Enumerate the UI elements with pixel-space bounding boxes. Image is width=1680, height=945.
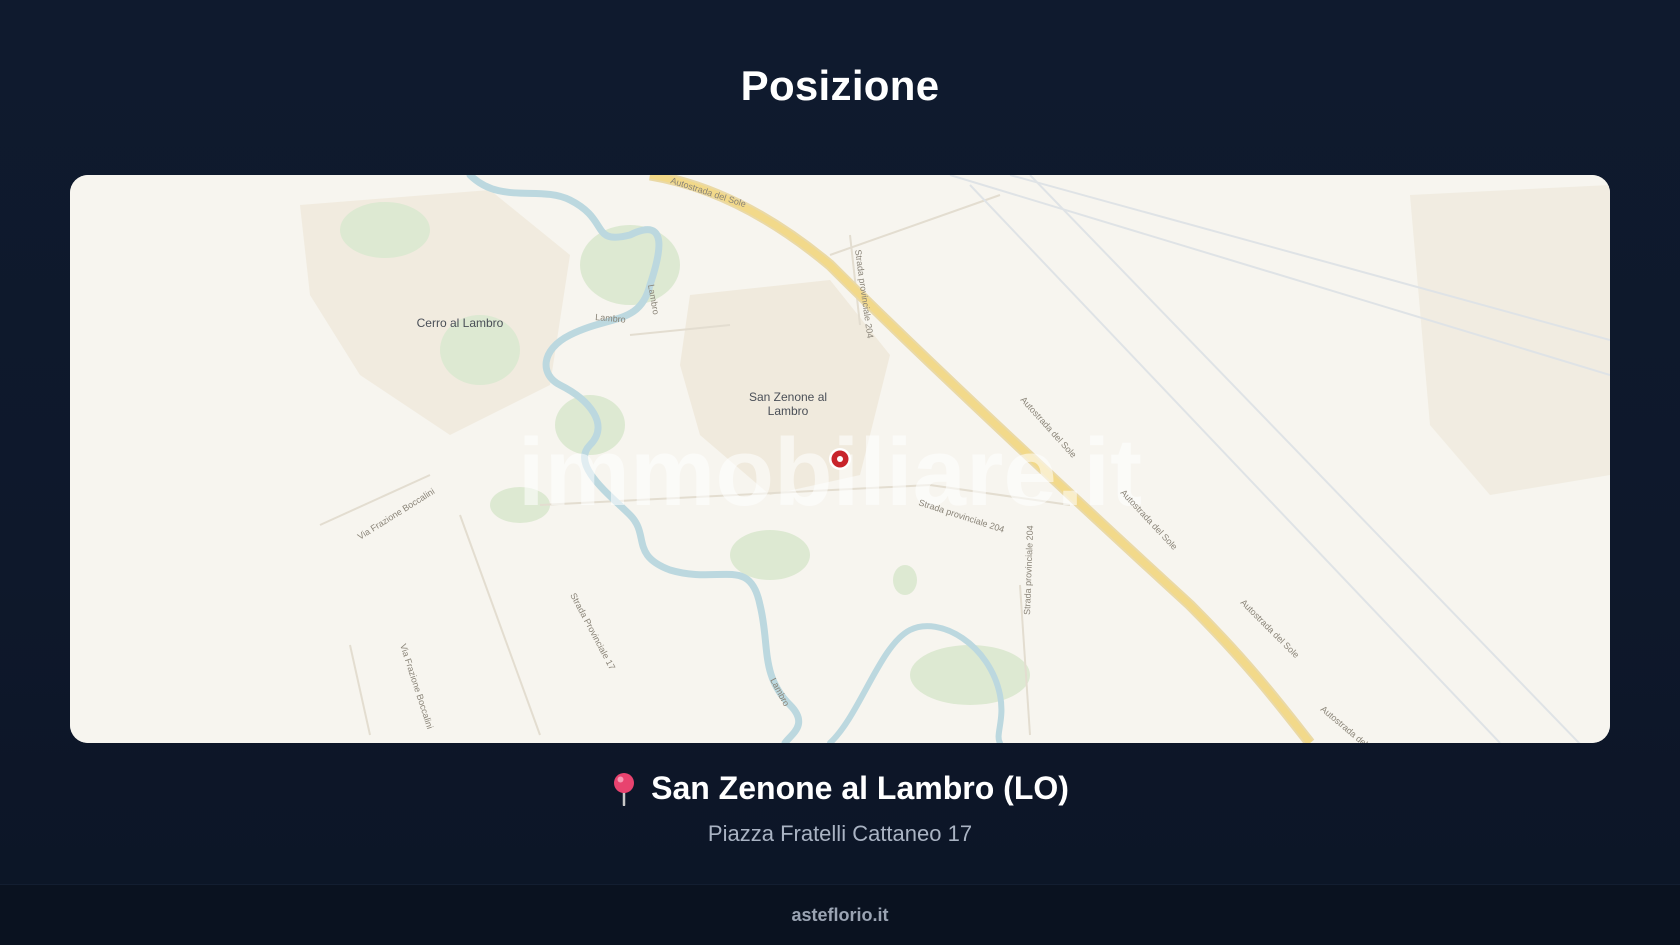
location-name: San Zenone al Lambro (LO) bbox=[651, 770, 1069, 806]
pushpin-icon bbox=[611, 772, 637, 806]
footer: asteflorio.it bbox=[0, 884, 1680, 945]
map-marker-icon[interactable] bbox=[829, 448, 851, 470]
place-label-san-zenone-line1: San Zenone al bbox=[749, 390, 827, 404]
map-canvas: immobiliare.it Cerro al Lambro San Zenon… bbox=[70, 175, 1610, 743]
footer-site-link[interactable]: asteflorio.it bbox=[791, 905, 888, 926]
location-address: Piazza Fratelli Cattaneo 17 bbox=[707, 820, 973, 846]
map[interactable]: immobiliare.it Cerro al Lambro San Zenon… bbox=[70, 175, 1610, 743]
location-info: San Zenone al Lambro (LO) Piazza Fratell… bbox=[0, 770, 1680, 847]
place-label-san-zenone-line2: Lambro bbox=[768, 404, 809, 418]
map-watermark: immobiliare.it bbox=[518, 419, 1142, 526]
page-title: Posizione bbox=[740, 62, 940, 109]
place-label-cerro: Cerro al Lambro bbox=[417, 316, 504, 330]
